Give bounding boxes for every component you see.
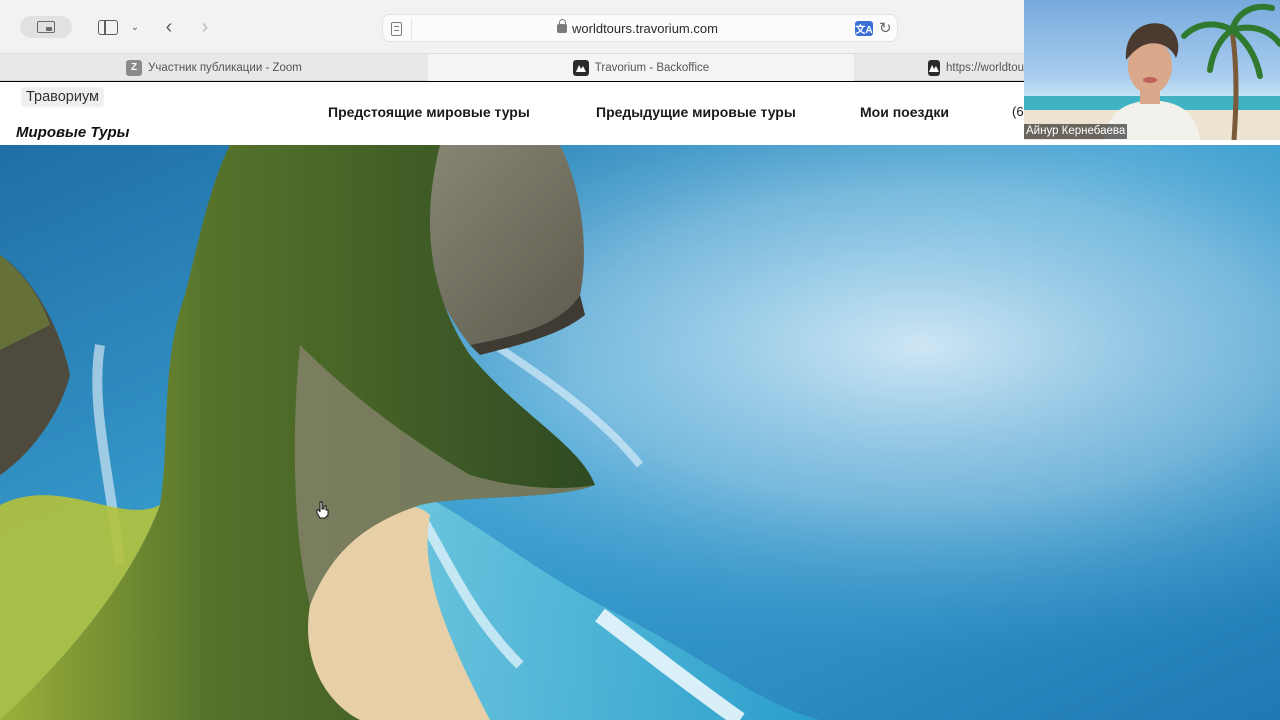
hand-cursor-icon (316, 501, 329, 519)
sidebar-icon (98, 19, 118, 35)
nav-previous-tours[interactable]: Предыдущие мировые туры (596, 104, 796, 120)
cliff-coast-ocean-photo (0, 145, 1280, 720)
tab-zoom[interactable]: Z Участник публикации - Zoom (0, 54, 428, 81)
reload-icon[interactable]: ↻ (879, 19, 892, 37)
reader-icon[interactable] (391, 22, 402, 36)
translate-icon[interactable]: 文A (855, 21, 873, 36)
tab-group-icon (37, 21, 55, 33)
logo-tooltip: Травориум (22, 88, 103, 106)
tab-backoffice[interactable]: Travorium - Backoffice (428, 54, 854, 81)
participant-video[interactable]: Айнур Кернебаева (1024, 0, 1280, 140)
travorium-favicon-icon (928, 59, 940, 76)
hero-image (0, 145, 1280, 720)
tab-group-button[interactable] (20, 16, 72, 38)
tab-title: Участник публикации - Zoom (148, 61, 302, 74)
logo-subtitle: Мировые Туры (16, 124, 130, 141)
travorium-favicon-icon (572, 59, 589, 76)
zoom-favicon-icon: Z (126, 59, 143, 76)
tab-worldtours[interactable]: https://worldtours.travorium.com (854, 54, 1024, 81)
tab-title: Travorium - Backoffice (594, 61, 710, 74)
back-arrow-icon[interactable]: ‹ (160, 16, 178, 38)
tab-strip: Z Участник публикации - Zoom Travorium -… (0, 54, 1024, 81)
lock-icon (557, 19, 567, 33)
url-text[interactable]: worldtours.travorium.com (572, 21, 718, 36)
tab-title: https://worldtours.travorium.com (946, 61, 1024, 74)
nav-my-trips[interactable]: Мои поездки (860, 104, 949, 120)
sidebar-toggle-button[interactable] (97, 17, 119, 37)
address-bar[interactable]: worldtours.travorium.com 文A ↻ (382, 14, 898, 42)
nav-upcoming-tours[interactable]: Предстоящие мировые туры (328, 104, 530, 120)
participant-video-frame (1024, 3, 1280, 140)
forward-arrow-icon[interactable]: › (196, 16, 214, 38)
participant-name: Айнур Кернебаева (1024, 124, 1128, 139)
nav-overflow-item[interactable]: (6 (1012, 104, 1024, 119)
chevron-down-icon[interactable]: ⌄ (128, 17, 142, 37)
address-divider (411, 18, 412, 40)
